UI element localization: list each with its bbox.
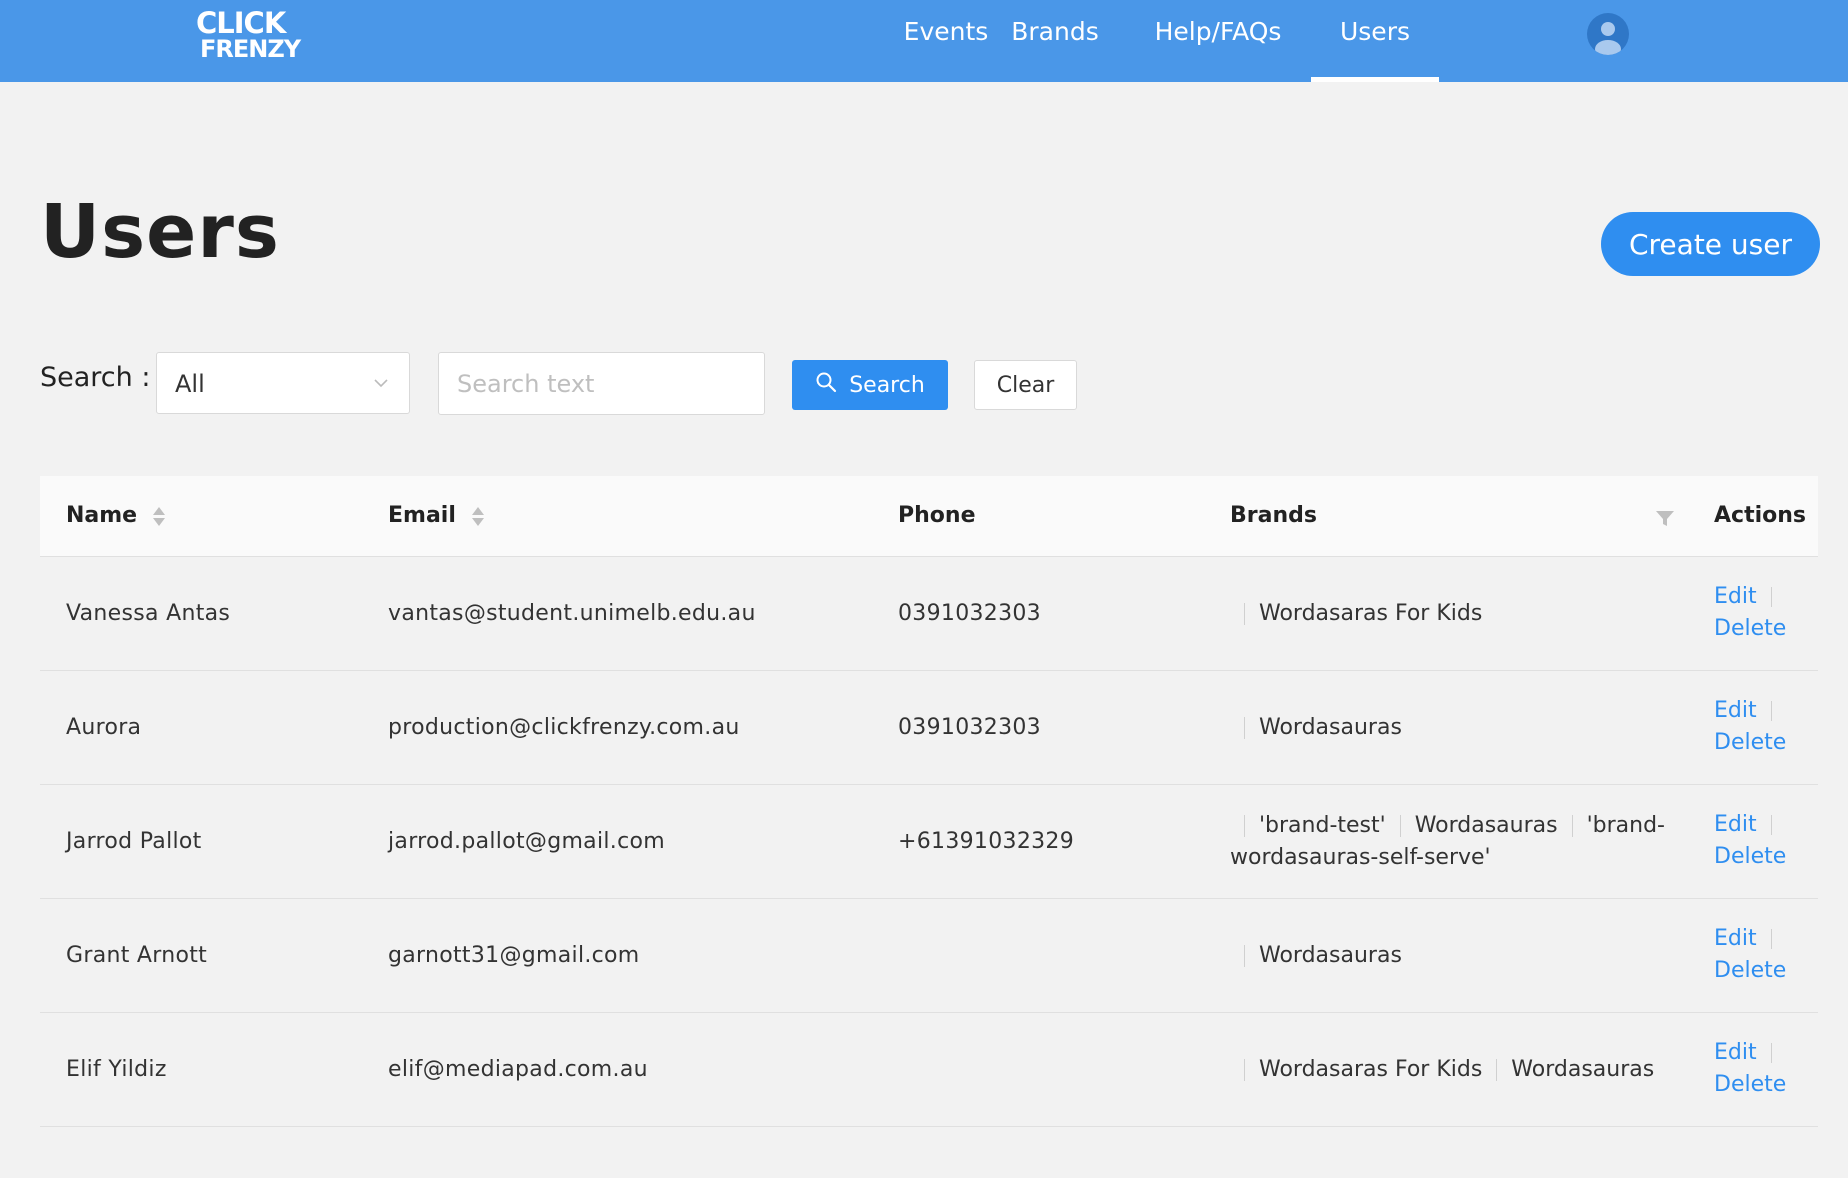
user-avatar-icon[interactable] (1587, 13, 1629, 55)
brand-tag-list: 'brand-test' Wordasauras'brand-wordasaura… (1230, 810, 1670, 874)
row-actions: Edit Delete (1714, 1037, 1786, 1101)
search-input[interactable] (438, 352, 765, 415)
brand-tag-list: Wordasaras For Kids Wordasauras (1230, 1054, 1654, 1086)
table-row: Grant Arnott garnott31@gmail.com Wordasaur… (40, 899, 1818, 1013)
brand-tag-list: Wordasauras (1230, 940, 1402, 972)
brand-tag: Wordasauras (1259, 942, 1402, 968)
action-separator (1770, 815, 1772, 835)
delete-link[interactable]: Delete (1714, 616, 1786, 641)
user-brands: Wordasaras For Kids Wordasauras (1230, 1013, 1670, 1126)
delete-link[interactable]: Delete (1714, 1072, 1786, 1097)
table-row: Jarrod Pallot jarrod.pallot@gmail.com +613… (40, 785, 1818, 899)
brand-tag-list: Wordasauras (1230, 712, 1402, 744)
edit-link[interactable]: Edit (1714, 1040, 1757, 1065)
user-name: Vanessa Antas (66, 601, 231, 626)
user-name: Jarrod Pallot (66, 829, 202, 854)
action-separator (1770, 929, 1772, 949)
brand-tag-list: Wordasaras For Kids (1230, 598, 1482, 630)
user-phone: 0391032303 (898, 715, 1041, 740)
row-actions: Edit Delete (1714, 923, 1786, 987)
brand-tag: Wordasauras (1259, 714, 1402, 740)
top-navbar: CLICK FRENZY Events Brands Help/FAQs Use… (0, 0, 1848, 82)
clear-button[interactable]: Clear (974, 360, 1077, 410)
brand-separator (1571, 814, 1573, 837)
edit-link[interactable]: Edit (1714, 812, 1757, 837)
header-phone: Phone (898, 503, 976, 528)
header-name[interactable]: Name (66, 476, 166, 556)
brand-separator (1244, 716, 1245, 739)
user-email: garnott31@gmail.com (388, 943, 640, 968)
search-button[interactable]: Search (792, 360, 948, 410)
brand-tag: Wordasaras For Kids (1259, 600, 1483, 626)
brand-separator (1496, 1058, 1498, 1081)
user-name: Aurora (66, 715, 142, 740)
search-field-select[interactable]: All (156, 352, 410, 414)
user-brands: 'brand-test' Wordasauras'brand-wordasaura… (1230, 785, 1670, 898)
table-header: Name Email Phone Brands Actions (40, 476, 1818, 557)
brand-tag: Wordasauras (1511, 1056, 1655, 1082)
sort-icon[interactable] (153, 506, 166, 526)
brand-separator (1244, 814, 1245, 837)
logo-line2: FRENZY (200, 35, 301, 63)
action-separator (1770, 587, 1772, 607)
users-table: Name Email Phone Brands Actions Vanessa … (40, 476, 1818, 1127)
user-brands: Wordasauras (1230, 671, 1670, 784)
delete-link[interactable]: Delete (1714, 844, 1786, 869)
page-title: Users (40, 189, 280, 275)
user-email: vantas@student.unimelb.edu.au (388, 601, 756, 626)
search-button-label: Search (849, 372, 925, 398)
header-brands: Brands (1230, 503, 1317, 528)
user-brands: Wordasaras For Kids (1230, 557, 1670, 670)
search-label: Search : (40, 362, 151, 393)
logo-line1: CLICK (196, 6, 286, 40)
delete-link[interactable]: Delete (1714, 730, 1786, 755)
brand-separator (1244, 602, 1245, 625)
header-actions: Actions (1714, 503, 1806, 528)
edit-link[interactable]: Edit (1714, 584, 1757, 609)
user-name: Elif Yildiz (66, 1057, 167, 1082)
user-phone: +61391032329 (898, 829, 1075, 854)
create-user-button[interactable]: Create user (1601, 212, 1820, 276)
filter-icon[interactable] (1656, 508, 1674, 533)
user-email: jarrod.pallot@gmail.com (388, 829, 665, 854)
search-icon (815, 371, 837, 399)
chevron-down-icon (373, 375, 389, 395)
brand-tag: Wordasaras For Kids (1259, 1056, 1483, 1082)
brand-separator (1244, 1058, 1245, 1081)
sort-icon[interactable] (471, 506, 484, 526)
nav-users[interactable]: Users (1311, 0, 1439, 82)
table-row: Vanessa Antas vantas@student.unimelb.edu.… (40, 557, 1818, 671)
header-email[interactable]: Email (388, 476, 484, 556)
nav-brands[interactable]: Brands (1010, 0, 1100, 82)
row-actions: Edit Delete (1714, 581, 1786, 645)
user-phone: 0391032303 (898, 601, 1041, 626)
user-brands: Wordasauras (1230, 899, 1670, 1012)
brand-separator (1399, 814, 1401, 837)
delete-link[interactable]: Delete (1714, 958, 1786, 983)
user-name: Grant Arnott (66, 943, 208, 968)
search-field-value: All (175, 370, 205, 398)
click-frenzy-logo[interactable]: CLICK FRENZY (196, 6, 306, 70)
header-name-label: Name (66, 503, 138, 528)
edit-link[interactable]: Edit (1714, 926, 1757, 951)
row-actions: Edit Delete (1714, 695, 1786, 759)
table-body: Vanessa Antas vantas@student.unimelb.edu.… (40, 557, 1818, 1127)
action-separator (1770, 701, 1772, 721)
nav-help-faqs[interactable]: Help/FAQs (1154, 0, 1282, 82)
row-actions: Edit Delete (1714, 809, 1786, 873)
nav-events[interactable]: Events (895, 0, 997, 82)
brand-tag: Wordasauras (1414, 812, 1558, 838)
table-row: Elif Yildiz elif@mediapad.com.au Wordasara… (40, 1013, 1818, 1127)
user-email: production@clickfrenzy.com.au (388, 715, 740, 740)
brand-separator (1244, 944, 1245, 967)
table-row: Aurora production@clickfrenzy.com.au 03910… (40, 671, 1818, 785)
edit-link[interactable]: Edit (1714, 698, 1757, 723)
header-email-label: Email (388, 503, 456, 528)
action-separator (1770, 1043, 1772, 1063)
brand-tag: 'brand-test' (1259, 812, 1386, 838)
user-email: elif@mediapad.com.au (388, 1057, 648, 1082)
